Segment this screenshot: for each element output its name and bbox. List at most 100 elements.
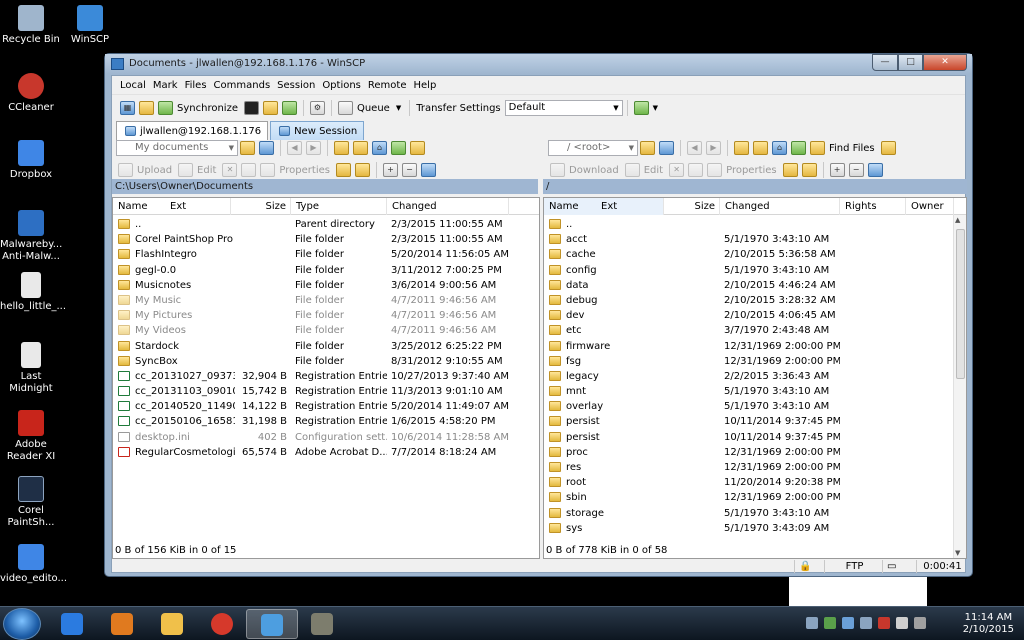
table-row[interactable]: res 12/31/1969 2:00:00 PM bbox=[544, 460, 966, 475]
refresh-icon[interactable] bbox=[391, 141, 406, 155]
table-row[interactable]: desktop.ini 402 B Configuration sett... 10/… bbox=[113, 430, 539, 445]
table-row[interactable]: cc_20150106_165816.r... 31,198 B Registrat… bbox=[113, 414, 539, 429]
table-row[interactable]: firmware 12/31/1969 2:00:00 PM bbox=[544, 339, 966, 354]
table-row[interactable]: dev 2/10/2015 4:06:45 AM bbox=[544, 308, 966, 323]
menu-session[interactable]: Session bbox=[277, 80, 315, 91]
table-row[interactable]: My Videos File folder 4/7/2011 9:46:56 AM bbox=[113, 323, 539, 338]
battery-icon[interactable] bbox=[914, 617, 926, 629]
taskbar-chrome[interactable] bbox=[196, 609, 248, 639]
rename-icon[interactable] bbox=[241, 163, 257, 177]
folder-icon[interactable] bbox=[640, 141, 655, 155]
column-changed[interactable]: Changed bbox=[720, 198, 840, 215]
table-row[interactable]: My Pictures File folder 4/7/2011 9:46:56 A… bbox=[113, 308, 539, 323]
column-ext[interactable]: Ext bbox=[596, 198, 664, 215]
find-files-button[interactable]: Find Files bbox=[829, 143, 875, 154]
minus-icon[interactable]: − bbox=[848, 163, 864, 177]
remote-location-select[interactable]: / <root> ▼ bbox=[548, 140, 638, 156]
menu-mark[interactable]: Mark bbox=[153, 80, 178, 91]
local-location-select[interactable]: My documents ▼ bbox=[116, 140, 238, 156]
download-icon[interactable] bbox=[550, 163, 565, 177]
parent-folder-icon[interactable] bbox=[734, 141, 749, 155]
rename-icon[interactable] bbox=[688, 163, 704, 177]
scroll-down-icon[interactable]: ▼ bbox=[955, 549, 960, 557]
table-row[interactable]: root 11/20/2014 9:20:38 PM bbox=[544, 475, 966, 490]
table-row[interactable]: config 5/1/1970 3:43:10 AM bbox=[544, 263, 966, 278]
gear-icon[interactable]: ⚙ bbox=[309, 101, 325, 115]
remote-vertical-scrollbar[interactable]: ▲ ▼ bbox=[953, 215, 966, 558]
preferences-icon[interactable] bbox=[633, 101, 649, 115]
chevron-down-icon[interactable]: ▼ bbox=[653, 104, 658, 112]
properties-icon[interactable] bbox=[707, 163, 723, 177]
taskbar-file-explorer[interactable] bbox=[146, 609, 198, 639]
maximize-button[interactable]: □ bbox=[898, 54, 923, 71]
new-file-icon[interactable] bbox=[354, 163, 370, 177]
forward-icon[interactable]: ▶ bbox=[306, 141, 321, 155]
plus-icon[interactable]: + bbox=[382, 163, 398, 177]
queue-button[interactable]: Queue bbox=[357, 103, 390, 114]
desktop-icon-ccleaner[interactable]: CCleaner bbox=[0, 73, 62, 114]
column-size[interactable]: Size bbox=[664, 198, 720, 215]
menu-local[interactable]: Local bbox=[120, 80, 146, 91]
table-row[interactable]: My Music File folder 4/7/2011 9:46:56 AM bbox=[113, 293, 539, 308]
local-properties-button[interactable]: Properties bbox=[279, 165, 330, 176]
bookmark-icon[interactable] bbox=[410, 141, 425, 155]
table-row[interactable]: cache 2/10/2015 5:36:58 AM bbox=[544, 247, 966, 262]
table-row[interactable]: .. Parent directory 2/3/2015 11:00:55 AM bbox=[113, 217, 539, 232]
desktop-icon-adobe-reader[interactable]: Adobe Reader XI bbox=[0, 410, 62, 463]
desktop-icon-video-editor[interactable]: video_edito... bbox=[0, 544, 67, 585]
table-row[interactable]: legacy 2/2/2015 3:36:43 AM bbox=[544, 369, 966, 384]
chevron-down-icon[interactable]: ▼ bbox=[396, 104, 401, 112]
download-button[interactable]: Download bbox=[569, 165, 619, 176]
column-size[interactable]: Size bbox=[231, 198, 291, 215]
table-row[interactable]: cc_20140520_114900.r... 14,122 B Registrat… bbox=[113, 399, 539, 414]
table-row[interactable]: overlay 5/1/1970 3:43:10 AM bbox=[544, 399, 966, 414]
desktop-icon-winscp[interactable]: WinSCP bbox=[59, 5, 121, 46]
table-row[interactable]: gegl-0.0 File folder 3/11/2012 7:00:25 PM bbox=[113, 263, 539, 278]
remote-file-panel[interactable]: Name Ext Size Changed Rights Owner .. acc… bbox=[543, 197, 967, 559]
table-row[interactable]: acct 5/1/1970 3:43:10 AM bbox=[544, 232, 966, 247]
plus-icon[interactable]: + bbox=[829, 163, 845, 177]
scrollbar-thumb[interactable] bbox=[956, 229, 965, 379]
find-files-icon[interactable] bbox=[810, 141, 825, 155]
desktop-icon-last-midnight[interactable]: Last Midnight bbox=[0, 342, 62, 395]
edit-icon[interactable] bbox=[178, 163, 194, 177]
remote-properties-button[interactable]: Properties bbox=[726, 165, 777, 176]
filter-icon[interactable] bbox=[420, 163, 436, 177]
bookmark-icon[interactable] bbox=[880, 141, 896, 155]
forward-icon[interactable]: ▶ bbox=[706, 141, 721, 155]
table-row[interactable]: persist 10/11/2014 9:37:45 PM bbox=[544, 414, 966, 429]
table-row[interactable]: storage 5/1/1970 3:43:10 AM bbox=[544, 506, 966, 521]
taskbar-internet-explorer[interactable] bbox=[46, 609, 98, 639]
table-row[interactable]: cc_20131103_090107.r... 15,742 B Registrat… bbox=[113, 384, 539, 399]
menu-files[interactable]: Files bbox=[185, 80, 207, 91]
compare-icon[interactable] bbox=[139, 101, 154, 115]
taskbar-media-player[interactable] bbox=[96, 609, 148, 639]
taskbar-gimp[interactable] bbox=[296, 609, 348, 639]
table-row[interactable]: mnt 5/1/1970 3:43:10 AM bbox=[544, 384, 966, 399]
local-file-panel[interactable]: Name Ext Size Type Changed .. Parent dire… bbox=[112, 197, 540, 559]
putty-icon[interactable] bbox=[262, 101, 278, 115]
minimize-button[interactable]: — bbox=[872, 54, 898, 71]
tray-icon[interactable] bbox=[842, 617, 854, 629]
tray-icon[interactable] bbox=[806, 617, 818, 629]
properties-icon[interactable] bbox=[260, 163, 276, 177]
table-row[interactable]: sys 5/1/1970 3:43:09 AM bbox=[544, 521, 966, 536]
menu-options[interactable]: Options bbox=[322, 80, 361, 91]
menu-remote[interactable]: Remote bbox=[368, 80, 407, 91]
start-button[interactable] bbox=[3, 608, 41, 640]
title-bar[interactable]: Documents - jlwallen@192.168.1.176 - Win… bbox=[105, 54, 972, 74]
home-icon[interactable]: ⌂ bbox=[372, 141, 387, 155]
parent-folder-icon[interactable] bbox=[334, 141, 349, 155]
signal-icon[interactable] bbox=[896, 617, 908, 629]
root-folder-icon[interactable] bbox=[353, 141, 368, 155]
folder-icon[interactable] bbox=[240, 141, 255, 155]
transfer-settings-select[interactable]: Default ▼ bbox=[504, 100, 623, 116]
remote-edit-button[interactable]: Edit bbox=[644, 165, 663, 176]
tray-icon[interactable] bbox=[824, 617, 836, 629]
delete-icon[interactable]: ✕ bbox=[222, 163, 238, 177]
local-edit-button[interactable]: Edit bbox=[197, 165, 216, 176]
table-row[interactable]: sbin 12/31/1969 2:00:00 PM bbox=[544, 490, 966, 505]
table-row[interactable]: data 2/10/2015 4:46:24 AM bbox=[544, 278, 966, 293]
upload-icon[interactable] bbox=[118, 163, 133, 177]
column-changed[interactable]: Changed bbox=[387, 198, 509, 215]
